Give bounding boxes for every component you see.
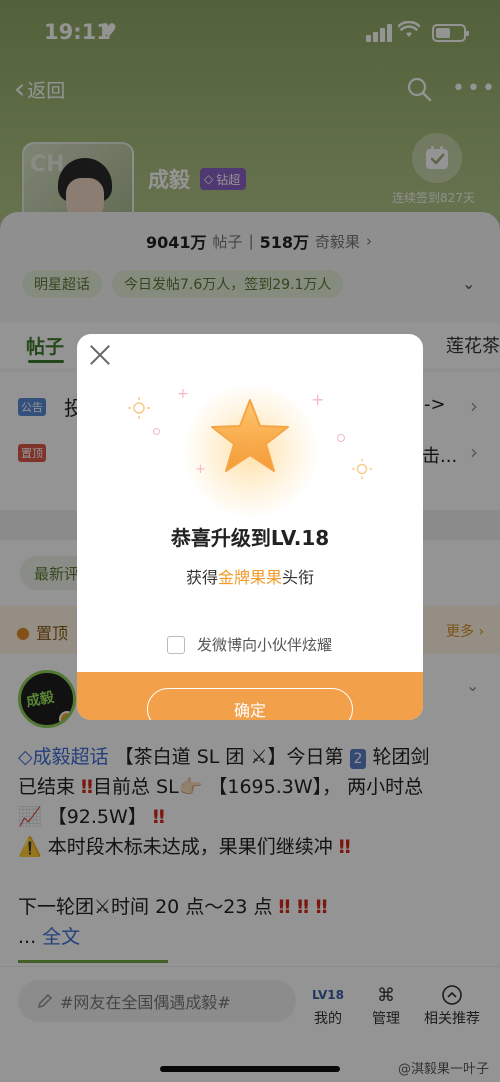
dialog-title: 恭喜升级到LV.18 [170, 526, 330, 550]
plus-sparkle-icon: + [177, 386, 189, 402]
confirm-button[interactable]: 确定 [147, 688, 353, 720]
title-highlight: 金牌果果 [217, 568, 282, 587]
share-checkbox[interactable] [167, 635, 185, 654]
share-label: 发微博向小伙伴炫耀 [197, 636, 333, 654]
share-to-weibo-option[interactable]: 发微博向小伙伴炫耀 [167, 634, 332, 655]
watermark: @淇毅果一叶子 [398, 1062, 490, 1077]
sun-sparkle-icon [128, 397, 150, 419]
star-icon [211, 399, 289, 472]
plus-sparkle-icon: + [195, 462, 206, 477]
level-up-dialog: + + + 恭喜升级到LV.18 获得金牌果果头衔 发微博向小伙伴炫耀 确定 [77, 334, 423, 720]
close-icon[interactable] [89, 344, 111, 366]
plus-sparkle-icon: + [311, 390, 325, 409]
dot-sparkle-icon [153, 428, 160, 435]
dialog-subtitle: 获得金牌果果头衔 [185, 568, 315, 587]
dot-sparkle-icon [337, 434, 345, 442]
sun-sparkle-icon [351, 458, 373, 480]
